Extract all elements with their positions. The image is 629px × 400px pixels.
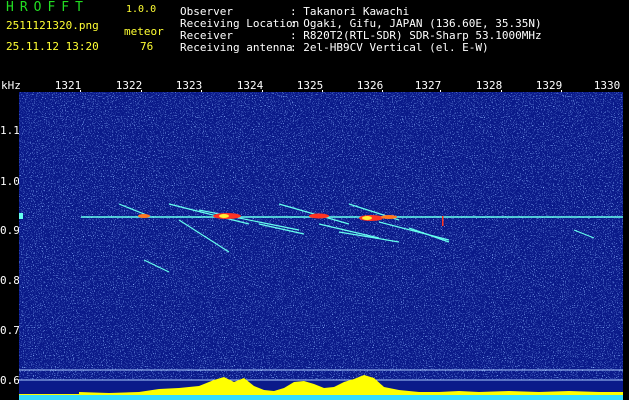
spectrogram — [19, 92, 623, 400]
freq-tick-label: 0.8 — [0, 274, 20, 287]
time-tick-label: 1323 — [175, 79, 203, 92]
freq-tick-label: 0.6 — [0, 374, 20, 387]
meteor-hotspot — [219, 214, 229, 218]
frequency-unit-label: kHz — [1, 79, 21, 92]
time-tick-label: 1326 — [356, 79, 384, 92]
meteor-hotspot — [138, 214, 150, 218]
info-label-antenna: Receiving antenna — [180, 41, 293, 54]
time-tick-label: 1324 — [236, 79, 264, 92]
meteor-label: meteor — [124, 25, 164, 38]
meteor-hotspot — [309, 213, 329, 219]
time-tick-label: 1327 — [414, 79, 442, 92]
image-filename: 2511121320.png — [6, 19, 99, 32]
app-version: 1.0.0 — [126, 4, 157, 15]
freq-tick-label: 0.9 — [0, 224, 20, 237]
time-tick-label: 1328 — [475, 79, 503, 92]
meteor-hotspot — [362, 216, 372, 220]
time-tick-label: 1321 — [54, 79, 82, 92]
carrier-marker — [19, 213, 23, 219]
header-panel: HROFFT 1.0.0 2511121320.png meteor 25.11… — [0, 0, 629, 78]
time-tick-label: 1322 — [115, 79, 143, 92]
freq-tick-label: 1.1 — [0, 124, 20, 137]
baseline-band — [19, 395, 623, 400]
meteor-hotspot — [381, 215, 397, 219]
capture-datetime: 25.11.12 13:20 — [6, 40, 99, 53]
time-tick-label: 1330 — [593, 79, 621, 92]
noise-layer — [19, 92, 623, 380]
meteor-count: 76 — [140, 40, 154, 53]
app-brand: HROFFT — [6, 0, 89, 15]
freq-tick-label: 1.0 — [0, 175, 20, 188]
meteor-hotspot — [442, 216, 444, 226]
freq-tick-label: 0.7 — [0, 324, 20, 337]
time-tick-label: 1329 — [535, 79, 563, 92]
time-tick-label: 1325 — [296, 79, 324, 92]
info-value-antenna: : 2el-HB9CV Vertical (el. E-W) — [290, 41, 489, 54]
